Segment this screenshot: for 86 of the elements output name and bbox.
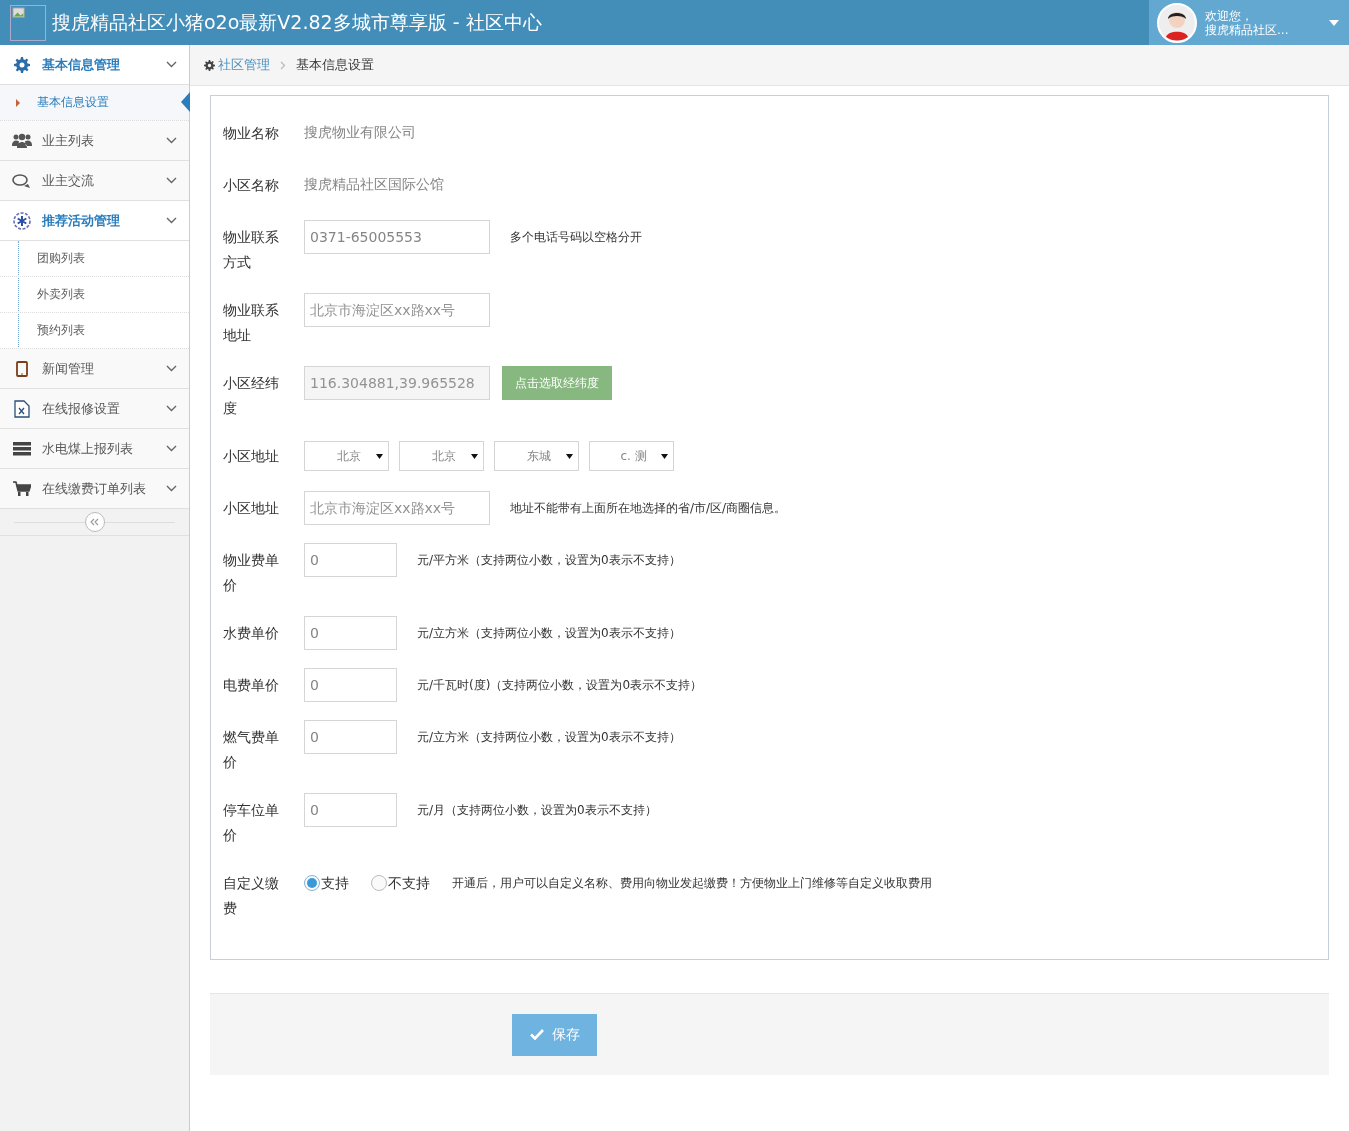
field-label: 物业联系地址 bbox=[223, 301, 280, 345]
chevron-down-icon bbox=[166, 61, 177, 68]
pick-coordinates-button[interactable]: 点击选取经纬度 bbox=[502, 366, 612, 400]
dropdown[interactable]: c. 测 bbox=[589, 441, 674, 471]
hint-text: 元/平方米（支持两位小数，设置为0表示不支持） bbox=[417, 552, 681, 569]
broken-image-icon bbox=[10, 4, 46, 41]
input-field[interactable]: 0 bbox=[304, 720, 397, 754]
chevron-down-icon bbox=[166, 405, 177, 412]
chat-icon bbox=[12, 172, 32, 189]
field-label: 物业联系方式 bbox=[223, 228, 280, 272]
avatar-icon bbox=[1157, 2, 1197, 43]
input-field[interactable]: 北京市海淀区xx路xx号 bbox=[304, 491, 490, 525]
users-icon bbox=[12, 132, 32, 149]
dropdown[interactable]: 东城 bbox=[494, 441, 579, 471]
caret-down-icon[interactable] bbox=[1329, 19, 1339, 26]
caret-down-icon bbox=[376, 453, 383, 459]
submenu-item[interactable]: 基本信息设置 bbox=[0, 85, 189, 121]
field-label: 水费单价 bbox=[223, 624, 280, 643]
dropdown[interactable]: 北京 bbox=[304, 441, 389, 471]
hint-text: 元/立方米（支持两位小数，设置为0表示不支持） bbox=[417, 625, 681, 642]
app-title: 搜虎精品社区小猪o2o最新V2.82多城市尊享版 - 社区中心 bbox=[52, 9, 543, 35]
welcome-text: 欢迎您， bbox=[1205, 8, 1254, 23]
field-label: 物业费单价 bbox=[223, 551, 280, 595]
sidebar-item[interactable]: 基本信息管理 bbox=[0, 45, 189, 85]
check-icon bbox=[529, 1029, 544, 1040]
sidebar-item[interactable]: 水电煤上报列表 bbox=[0, 429, 189, 469]
cart-icon bbox=[13, 480, 31, 497]
hint-text: 元/立方米（支持两位小数，设置为0表示不支持） bbox=[417, 729, 681, 746]
hint-text: 地址不能带有上面所在地选择的省/市/区/商圈信息。 bbox=[510, 500, 787, 517]
submenu-item[interactable]: 团购列表 bbox=[0, 241, 189, 277]
save-button[interactable]: 保存 bbox=[512, 1013, 597, 1056]
field-label: 小区名称 bbox=[223, 176, 280, 195]
breadcrumb-current: 基本信息设置 bbox=[296, 56, 374, 74]
chevron-down-icon bbox=[166, 485, 177, 492]
field-label: 停车位单价 bbox=[223, 801, 280, 845]
radio-button[interactable] bbox=[371, 875, 387, 891]
chevron-right-icon bbox=[280, 60, 286, 70]
input-field[interactable]: 0371-65005553 bbox=[304, 220, 490, 254]
hint-text: 开通后，用户可以自定义名称、费用向物业发起缴费！方便物业上门维修等自定义收取费用 bbox=[452, 875, 932, 892]
input-field[interactable]: 0 bbox=[304, 793, 397, 827]
user-name[interactable]: 搜虎精品社区... bbox=[1205, 22, 1321, 37]
asterisk-badge-icon bbox=[13, 211, 31, 230]
hint-text: 多个电话号码以空格分开 bbox=[510, 229, 642, 246]
input-field[interactable]: 0 bbox=[304, 668, 397, 702]
chevron-down-icon bbox=[166, 445, 177, 452]
sidebar-item[interactable]: 推荐活动管理 bbox=[0, 201, 189, 241]
hint-text: 元/月（支持两位小数，设置为0表示不支持） bbox=[417, 802, 657, 819]
chevron-down-icon bbox=[166, 217, 177, 224]
submenu-item[interactable]: 外卖列表 bbox=[0, 277, 189, 313]
hint-text: 元/千瓦时(度)（支持两位小数，设置为0表示不支持） bbox=[417, 677, 703, 694]
input-field[interactable]: 0 bbox=[304, 616, 397, 650]
field-value: 搜虎物业有限公司 bbox=[304, 123, 416, 142]
caret-down-icon bbox=[566, 453, 573, 459]
sidebar-item[interactable]: 在线缴费订单列表 bbox=[0, 469, 189, 509]
radio-button[interactable] bbox=[304, 875, 320, 891]
field-label: 燃气费单价 bbox=[223, 728, 280, 772]
field-label: 自定义缴费 bbox=[223, 874, 280, 918]
chevron-down-icon bbox=[166, 365, 177, 372]
chevron-down-icon bbox=[166, 137, 177, 144]
document-icon bbox=[14, 399, 30, 418]
field-label: 小区地址 bbox=[223, 447, 280, 466]
sidebar-item[interactable]: 业主交流 bbox=[0, 161, 189, 201]
field-value: 搜虎精品社区国际公馆 bbox=[304, 175, 444, 194]
input-field[interactable]: 北京市海淀区xx路xx号 bbox=[304, 293, 490, 327]
input-field[interactable]: 116.304881,39.965528 bbox=[304, 366, 490, 400]
gear-icon bbox=[14, 56, 30, 73]
sidebar-item[interactable]: 业主列表 bbox=[0, 121, 189, 161]
tablet-icon bbox=[16, 360, 28, 377]
sidebar-item[interactable]: 新闻管理 bbox=[0, 349, 189, 389]
dropdown[interactable]: 北京 bbox=[399, 441, 484, 471]
radio-label[interactable]: 不支持 bbox=[388, 866, 430, 900]
server-icon bbox=[13, 441, 31, 456]
gear-icon bbox=[204, 59, 215, 71]
field-label: 小区地址 bbox=[223, 499, 280, 518]
caret-down-icon bbox=[471, 453, 478, 459]
caret-down-icon bbox=[661, 453, 668, 459]
collapse-button[interactable] bbox=[84, 512, 105, 532]
double-chevron-left-icon bbox=[90, 518, 99, 526]
field-label: 小区经纬度 bbox=[223, 374, 280, 418]
radio-label[interactable]: 支持 bbox=[321, 866, 349, 900]
sidebar-item[interactable]: 在线报修设置 bbox=[0, 389, 189, 429]
field-label: 物业名称 bbox=[223, 124, 280, 143]
chevron-down-icon bbox=[166, 177, 177, 184]
field-label: 电费单价 bbox=[223, 676, 280, 695]
breadcrumb-link[interactable]: 社区管理 bbox=[204, 56, 270, 74]
input-field[interactable]: 0 bbox=[304, 543, 397, 577]
